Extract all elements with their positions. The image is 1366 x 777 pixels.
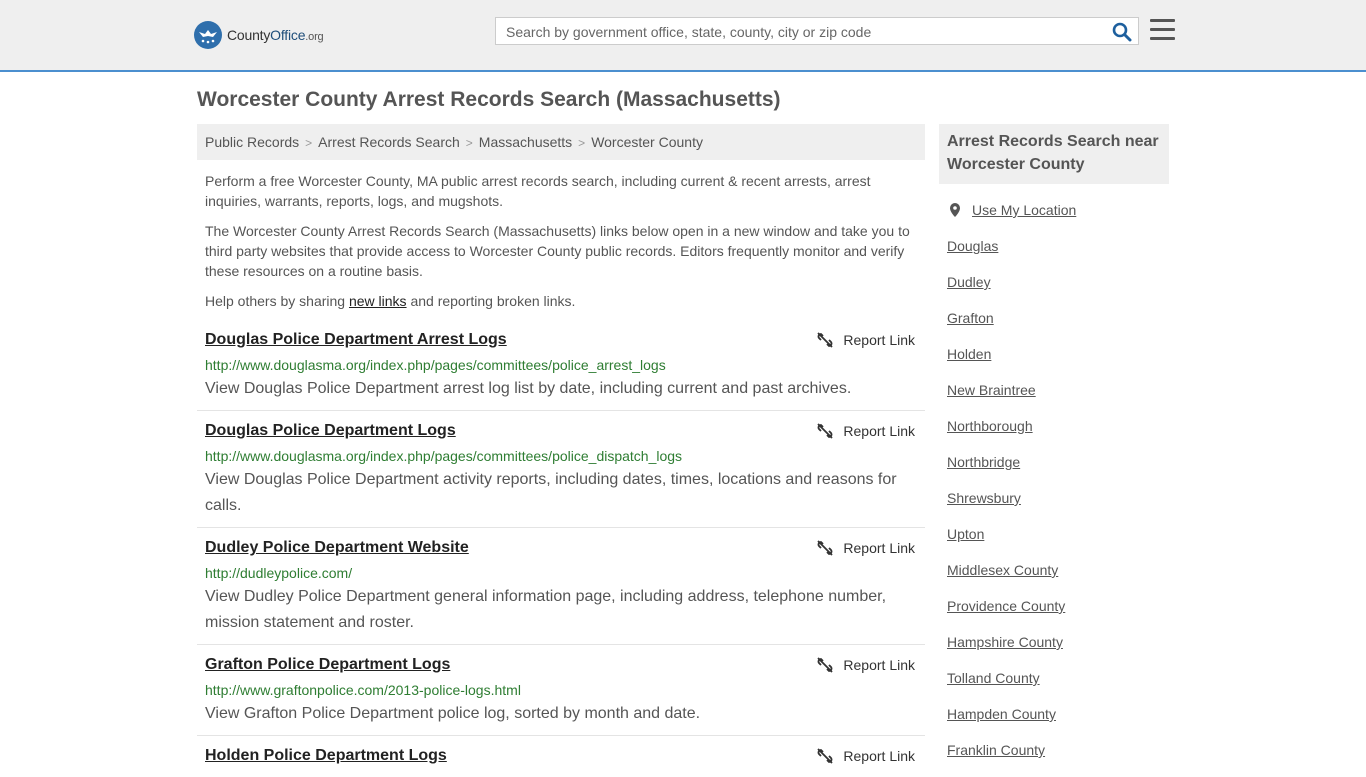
listing-title-link[interactable]: Grafton Police Department Logs: [205, 656, 450, 674]
use-my-location-label: Use My Location: [972, 202, 1077, 218]
logo-org: .org: [305, 31, 324, 43]
sidebar-item-grafton[interactable]: Grafton: [947, 309, 1167, 345]
logo-office: Office: [270, 27, 306, 43]
sidebar-item-franklin-county[interactable]: Franklin County: [947, 741, 1167, 777]
search-icon[interactable]: [1112, 22, 1132, 42]
breadcrumb-massachusetts[interactable]: Massachusetts: [479, 134, 572, 150]
listing-item: Grafton Police Department Logs Report Li…: [197, 656, 925, 736]
logo-wordmark: CountyOffice.org: [227, 27, 324, 43]
broken-link-icon: [817, 332, 834, 348]
intro-paragraph-1: Perform a free Worcester County, MA publ…: [205, 173, 871, 209]
listing-title-link[interactable]: Douglas Police Department Logs: [205, 422, 456, 440]
broken-link-icon: [817, 423, 834, 439]
sidebar-item-new-braintree[interactable]: New Braintree: [947, 381, 1167, 417]
broken-link-icon: [817, 540, 834, 556]
intro-text: Perform a free Worcester County, MA publ…: [205, 171, 915, 321]
listing-item: Douglas Police Department Arrest Logs Re…: [197, 331, 925, 411]
sidebar-item-hampshire-county[interactable]: Hampshire County: [947, 633, 1167, 669]
site-logo[interactable]: CountyOffice.org: [194, 20, 324, 50]
logo-county: County: [227, 27, 271, 43]
report-link-button[interactable]: Report Link: [817, 540, 915, 556]
report-link-label: Report Link: [843, 748, 915, 764]
chevron-right-icon: >: [578, 136, 586, 150]
listing-item: Douglas Police Department Logs Report Li…: [197, 422, 925, 528]
sidebar-item-hampden-county[interactable]: Hampden County: [947, 705, 1167, 741]
listing-url[interactable]: http://www.douglasma.org/index.php/pages…: [205, 448, 682, 464]
listing-title-link[interactable]: Holden Police Department Logs: [205, 747, 447, 765]
listing-title-link[interactable]: Dudley Police Department Website: [205, 539, 469, 557]
intro-help-text-end: and reporting broken links.: [406, 293, 576, 309]
search-box: [495, 17, 1139, 45]
report-link-button[interactable]: Report Link: [817, 657, 915, 673]
listing-description: View Grafton Police Department police lo…: [205, 705, 701, 722]
sidebar-item-tolland-county[interactable]: Tolland County: [947, 669, 1167, 705]
map-pin-icon: [950, 203, 960, 217]
search-input[interactable]: [504, 22, 1108, 42]
sidebar-item-upton[interactable]: Upton: [947, 525, 1167, 561]
sidebar-item-holden[interactable]: Holden: [947, 345, 1167, 381]
listing-description: View Douglas Police Department activity …: [205, 471, 897, 514]
breadcrumb: Public Records > Arrest Records Search > Mas…: [197, 124, 925, 160]
intro-paragraph-3: Help others by sharing new links and rep…: [205, 291, 915, 311]
sidebar-item-shrewsbury[interactable]: Shrewsbury: [947, 489, 1167, 525]
sidebar-item-northborough[interactable]: Northborough: [947, 417, 1167, 453]
listing-description: View Dudley Police Department general in…: [205, 588, 887, 631]
sidebar-item-middlesex-county[interactable]: Middlesex County: [947, 561, 1167, 597]
sidebar-item-dudley[interactable]: Dudley: [947, 273, 1167, 309]
page-title: Worcester County Arrest Records Search (…: [197, 88, 781, 111]
report-link-label: Report Link: [843, 423, 915, 439]
new-links-link[interactable]: new links: [349, 293, 407, 309]
use-my-location-link[interactable]: Use My Location: [947, 201, 1167, 237]
listing-url[interactable]: http://www.graftonpolice.com/2013-police…: [205, 682, 521, 698]
listing-item: Holden Police Department Logs Report Lin…: [197, 747, 925, 768]
intro-help-text: Help others by sharing: [205, 293, 349, 309]
sidebar-item-northbridge[interactable]: Northbridge: [947, 453, 1167, 489]
report-link-label: Report Link: [843, 657, 915, 673]
broken-link-icon: [817, 657, 834, 673]
breadcrumb-arrest-records-search[interactable]: Arrest Records Search: [318, 134, 460, 150]
sidebar-item-providence-county[interactable]: Providence County: [947, 597, 1167, 633]
hamburger-menu-icon[interactable]: [1150, 19, 1175, 41]
report-link-label: Report Link: [843, 540, 915, 556]
breadcrumb-worcester-county: Worcester County: [591, 134, 703, 150]
site-header: CountyOffice.org: [0, 0, 1366, 72]
chevron-right-icon: >: [465, 136, 473, 150]
broken-link-icon: [817, 748, 834, 764]
breadcrumb-public-records[interactable]: Public Records: [205, 134, 299, 150]
listing-title-link[interactable]: Douglas Police Department Arrest Logs: [205, 331, 507, 349]
listing-url[interactable]: http://www.douglasma.org/index.php/pages…: [205, 357, 666, 373]
eagle-logo-icon: [194, 21, 222, 49]
sidebar-nearby-list: Use My Location Douglas Dudley Grafton H…: [947, 201, 1167, 777]
listing-url[interactable]: http://dudleypolice.com/: [205, 565, 352, 581]
report-link-button[interactable]: Report Link: [817, 332, 915, 348]
listing-description: View Douglas Police Department arrest lo…: [205, 380, 852, 397]
sidebar-heading: Arrest Records Search near Worcester Cou…: [939, 124, 1169, 184]
intro-paragraph-2: The Worcester County Arrest Records Sear…: [205, 223, 910, 279]
report-link-button[interactable]: Report Link: [817, 423, 915, 439]
listing-item: Dudley Police Department Website Report …: [197, 539, 925, 645]
report-link-button[interactable]: Report Link: [817, 748, 915, 764]
report-link-label: Report Link: [843, 332, 915, 348]
sidebar-item-douglas[interactable]: Douglas: [947, 237, 1167, 273]
chevron-right-icon: >: [305, 136, 313, 150]
